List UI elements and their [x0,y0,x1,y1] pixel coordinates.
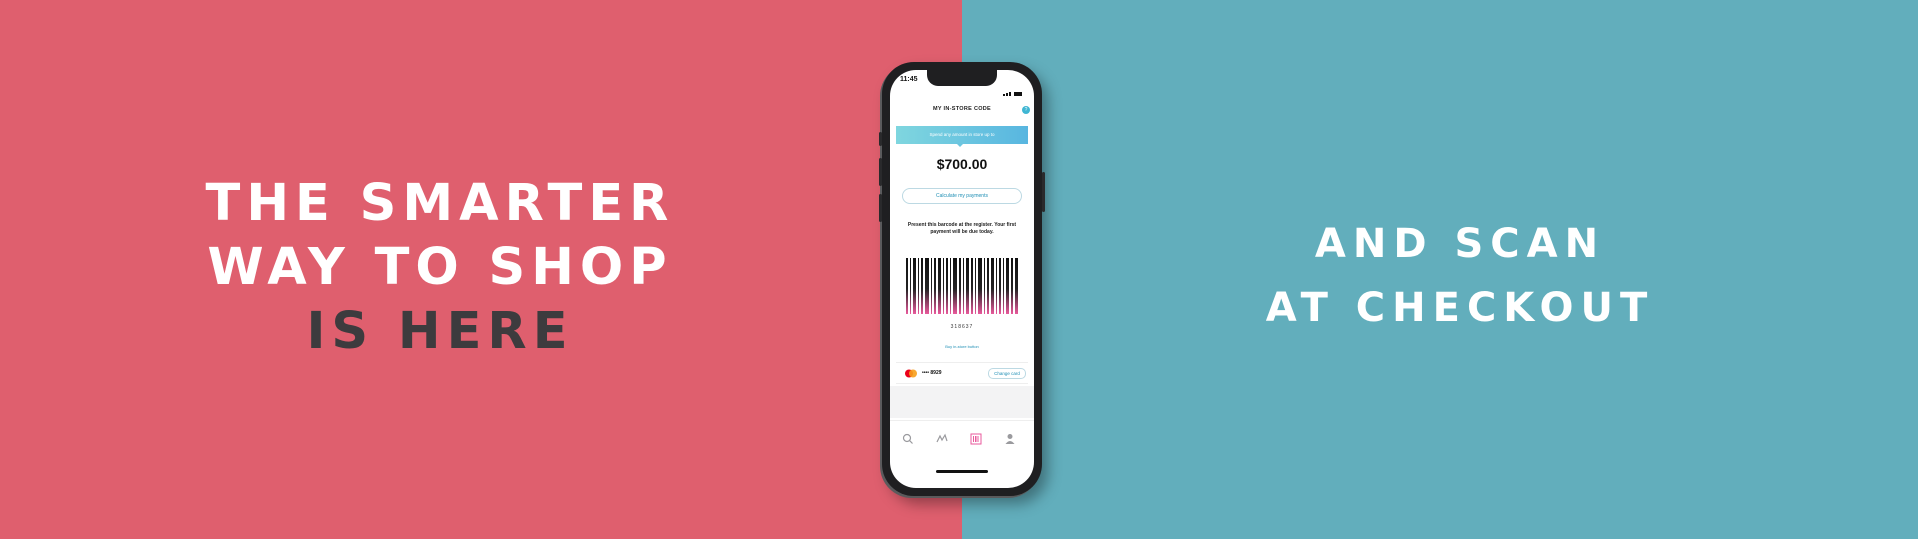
buy-in-store-link[interactable]: Buy in-store button [890,344,1034,349]
volume-up-button [879,158,882,186]
barcode-image [906,258,1018,314]
change-card-button[interactable]: Change card [988,368,1026,379]
barcode-instructions: Present this barcode at the register. Yo… [907,222,1017,235]
notch [927,70,997,86]
left-headline-line-1: THE SMARTER [205,174,675,233]
app-title: MY IN-STORE CODE [932,106,992,112]
payment-card-row: •••• 8929 Change card [896,362,1028,384]
phone-mockup: 11:45 MY IN-STORE CODE ? Spend any amoun… [879,62,1045,496]
card-number: •••• 8929 [922,370,942,376]
mastercard-icon [905,369,917,378]
phone-screen: 11:45 MY IN-STORE CODE ? Spend any amoun… [890,70,1034,488]
barcode-number: 318637 [950,324,974,330]
tab-bar [890,420,1034,461]
right-headline: AND SCAN AT CHECKOUT [1200,212,1720,340]
shop-icon[interactable] [936,433,948,445]
spend-amount: $700.00 [936,156,988,172]
right-headline-line-2: AT CHECKOUT [1265,285,1655,331]
left-headline-line-2: WAY TO SHOP [207,238,673,297]
status-time: 11:45 [900,76,918,83]
profile-icon[interactable] [1004,433,1016,445]
fine-print-area [890,386,1034,418]
right-headline-line-1: AND SCAN [1314,221,1606,267]
search-icon[interactable] [902,433,914,445]
calculate-payments-button[interactable]: Calculate my payments [902,188,1022,204]
mute-switch [879,132,882,146]
status-icons [1002,78,1024,96]
barcode-icon[interactable] [970,433,982,445]
volume-down-button [879,194,882,222]
power-button [1042,172,1045,212]
spend-label: Spend any amount in store up to [929,132,995,137]
left-headline-line-3: IS HERE [306,302,574,361]
home-indicator [936,470,988,473]
left-headline: THE SMARTER WAY TO SHOP IS HERE [140,172,740,364]
help-icon[interactable]: ? [1022,106,1030,114]
spend-banner-pointer [956,143,964,147]
spend-banner: Spend any amount in store up to [896,126,1028,144]
